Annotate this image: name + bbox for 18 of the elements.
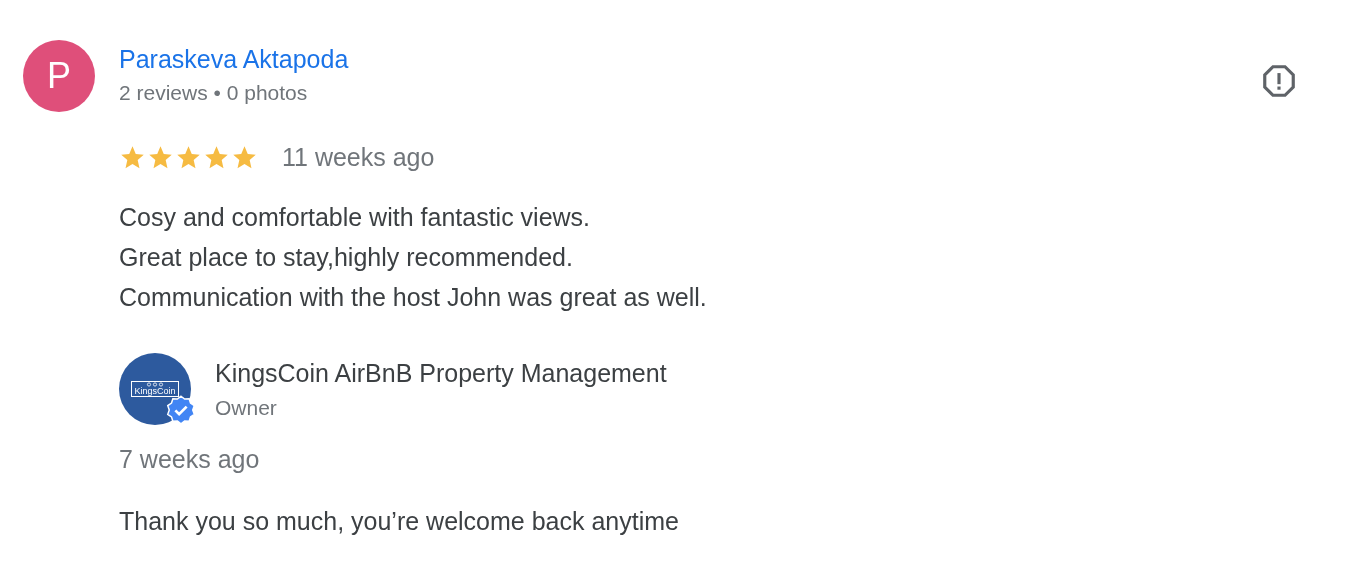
review-time: 11 weeks ago: [282, 142, 435, 173]
review-count: 2 reviews • 0 photos: [119, 80, 308, 106]
review-text-line: Great place to stay,highly recommended.: [119, 242, 573, 273]
avatar: P: [23, 40, 95, 112]
owner-name: KingsCoin AirBnB Property Management: [215, 358, 667, 389]
reply-text: Thank you so much, you’re welcome back anytime: [119, 506, 679, 537]
review-text-line: Cosy and comfortable with fantastic views.: [119, 202, 591, 233]
reply-time: 7 weeks ago: [119, 444, 260, 475]
star-icon: [231, 143, 258, 171]
star-icon: [119, 143, 146, 171]
star-icon: [147, 143, 174, 171]
review-text-line: Communication with the host John was great as well.: [119, 282, 707, 313]
author-name[interactable]: Paraskeva Aktapoda: [119, 41, 349, 77]
star-icon: [175, 143, 202, 171]
owner-role: Owner: [215, 395, 278, 421]
logo-text: KingsCoin: [134, 387, 176, 396]
star-icon: [203, 143, 230, 171]
report-icon[interactable]: [1260, 62, 1298, 100]
